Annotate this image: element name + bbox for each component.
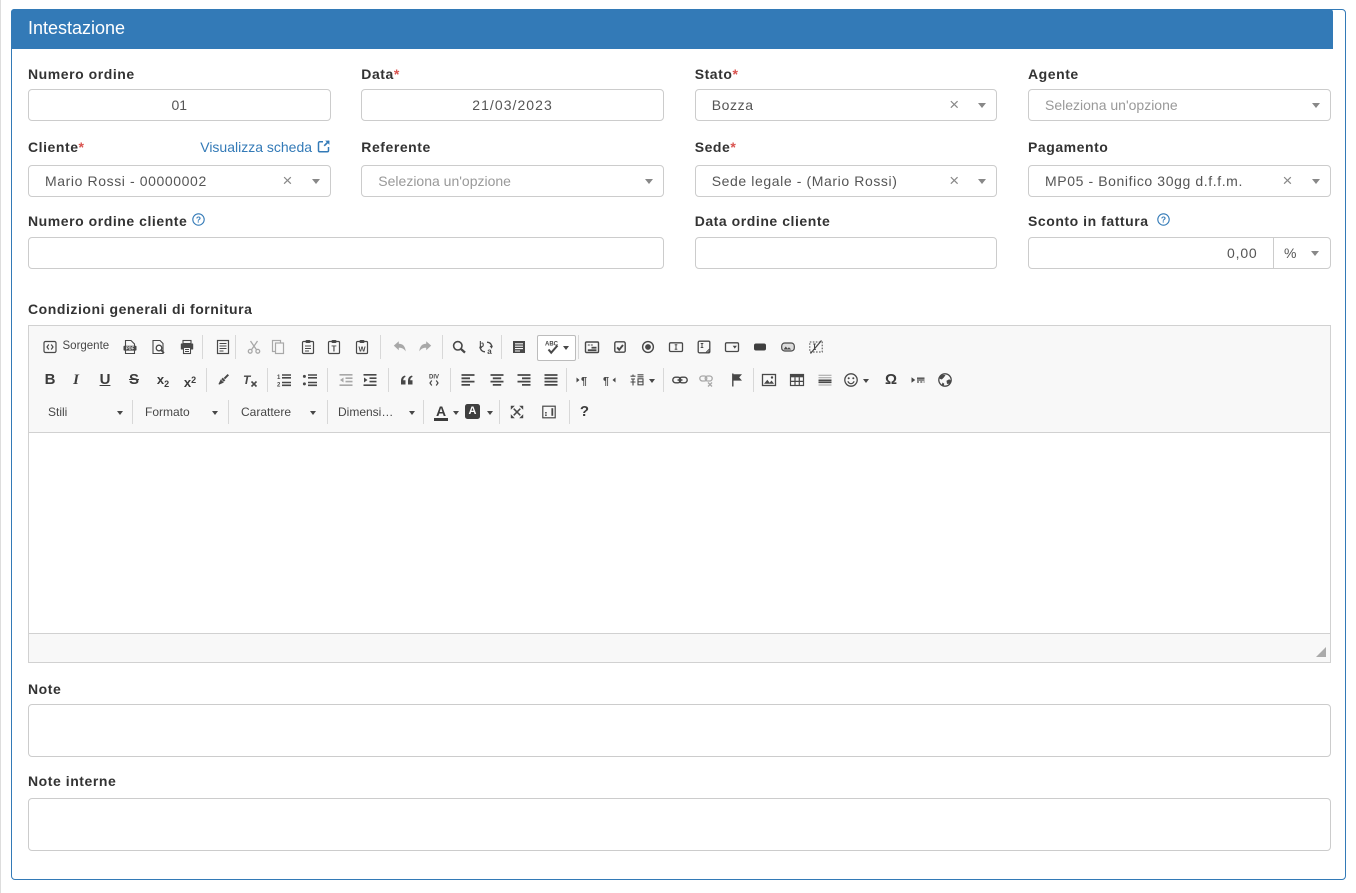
- svg-text:¶: ¶: [603, 375, 609, 387]
- svg-text:W: W: [358, 345, 366, 354]
- svg-text:1: 1: [277, 374, 281, 380]
- svg-text:¶: ¶: [581, 375, 587, 387]
- svg-text:T: T: [331, 345, 336, 354]
- svg-text:?: ?: [196, 214, 201, 224]
- svg-text:2: 2: [277, 382, 281, 388]
- svg-text:?: ?: [1160, 214, 1165, 224]
- svg-text:PDF: PDF: [125, 346, 134, 351]
- svg-text:T: T: [243, 373, 252, 387]
- svg-text:DIV: DIV: [429, 374, 439, 380]
